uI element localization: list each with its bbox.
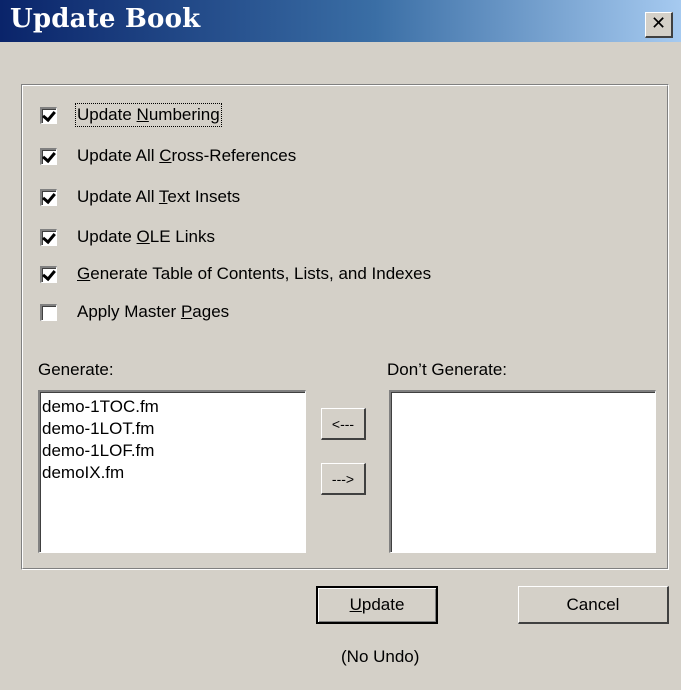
update-numbering-checkbox[interactable]: Update Numbering [40, 103, 222, 127]
update-button-label: Update [349, 595, 405, 614]
no-undo-note: (No Undo) [341, 647, 420, 666]
checkbox-label: Update All Cross-References [77, 146, 297, 165]
checkbox-box[interactable] [40, 147, 57, 165]
close-icon: ✕ [650, 13, 667, 34]
title-bar: Update Book ✕ [0, 0, 681, 42]
generate-toc-checkbox[interactable]: Generate Table of Contents, Lists, and I… [40, 262, 431, 286]
update-button[interactable]: Update [316, 586, 438, 624]
checkbox-label: Update All Text Insets [77, 187, 241, 206]
cancel-button[interactable]: Cancel [518, 586, 669, 624]
list-item[interactable]: demo-1TOC.fm [42, 396, 303, 418]
list-item[interactable]: demo-1LOF.fm [42, 440, 303, 462]
checkbox-label: Update OLE Links [77, 227, 215, 246]
list-item[interactable]: demoIX.fm [42, 462, 303, 484]
update-text-insets-checkbox[interactable]: Update All Text Insets [40, 185, 240, 209]
checkbox-box[interactable] [40, 106, 57, 124]
checkbox-label: Update Numbering [75, 103, 222, 127]
update-cross-references-checkbox[interactable]: Update All Cross-References [40, 144, 296, 168]
dont-generate-list[interactable] [389, 390, 656, 553]
window-title: Update Book [10, 4, 201, 34]
update-ole-links-checkbox[interactable]: Update OLE Links [40, 225, 215, 249]
checkbox-label: Generate Table of Contents, Lists, and I… [77, 264, 432, 283]
list-item[interactable]: demo-1LOT.fm [42, 418, 303, 440]
generate-label: Generate: [38, 360, 114, 379]
checkbox-box[interactable] [40, 188, 57, 206]
dont-generate-label: Don’t Generate: [387, 360, 508, 379]
apply-master-pages-checkbox[interactable]: Apply Master Pages [40, 300, 229, 324]
close-button[interactable]: ✕ [645, 12, 673, 38]
checkbox-label: Apply Master Pages [77, 302, 230, 321]
move-right-button[interactable]: ---> [321, 463, 366, 495]
checkbox-box[interactable] [40, 228, 57, 246]
checkbox-box[interactable] [40, 303, 57, 321]
checkbox-box[interactable] [40, 265, 57, 283]
generate-list[interactable]: demo-1TOC.fm demo-1LOT.fm demo-1LOF.fm d… [38, 390, 306, 553]
move-left-button[interactable]: <--- [321, 408, 366, 440]
